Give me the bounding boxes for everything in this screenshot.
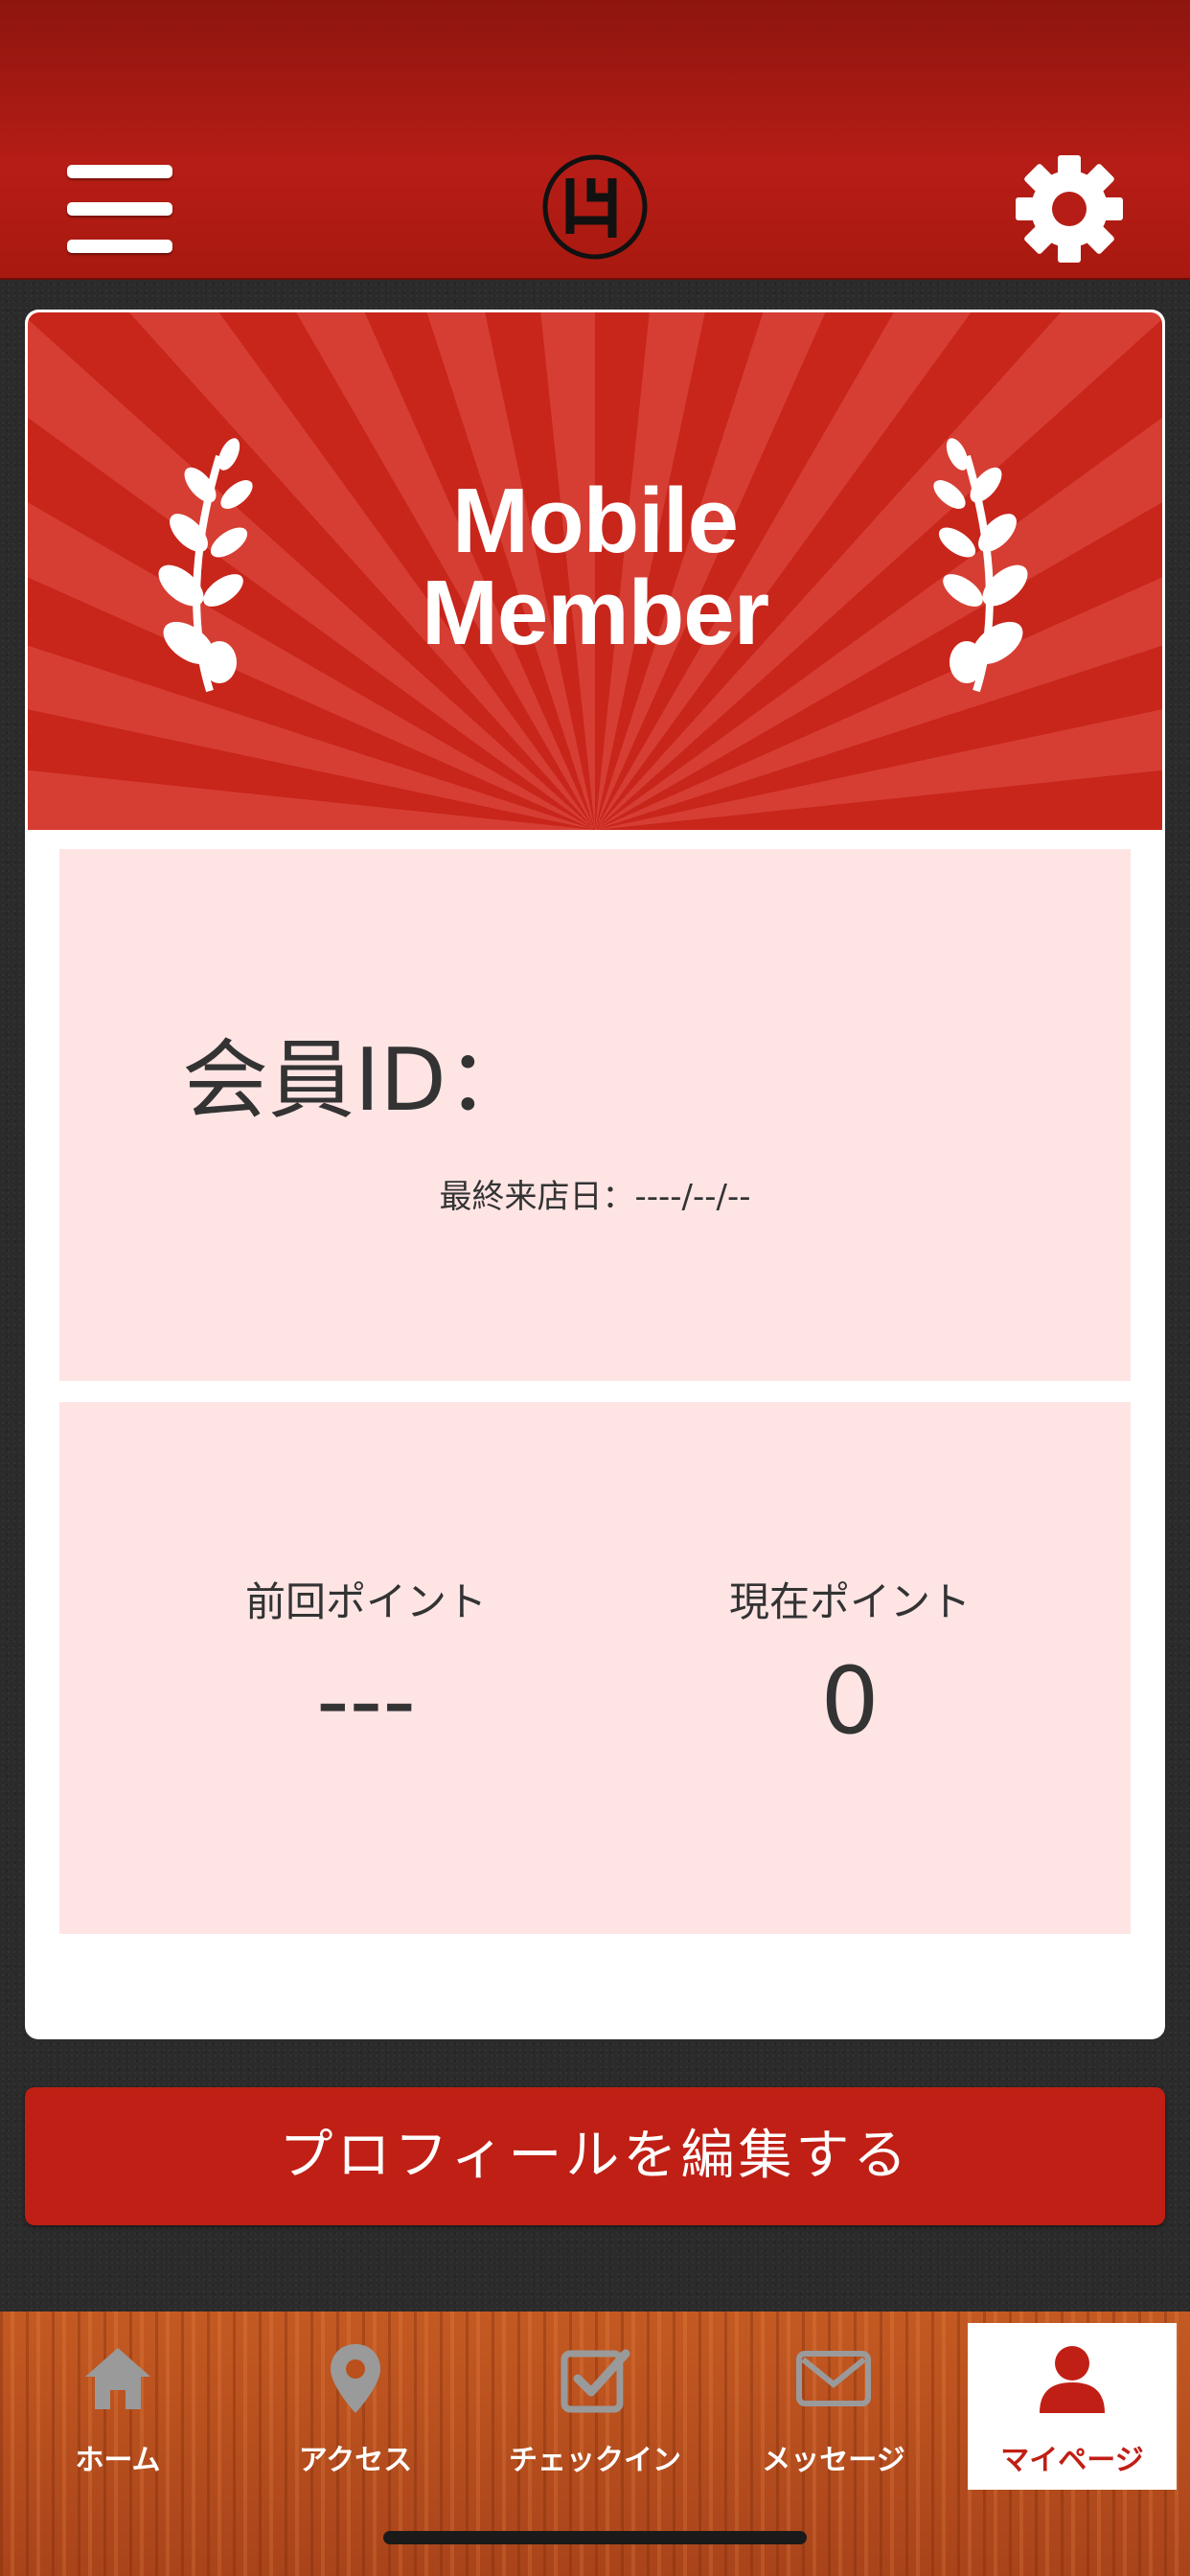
tab-mypage[interactable]: マイページ [968, 2323, 1177, 2490]
previous-points: 前回ポイント --- [126, 1570, 606, 1755]
previous-points-value: --- [316, 1647, 416, 1755]
member-banner: Mobile Member [28, 312, 1162, 830]
tab-message-label: メッセージ [762, 2444, 905, 2477]
points-panel: 前回ポイント --- 現在ポイント 0 [59, 1402, 1131, 1934]
member-card: Mobile Member 会員ID： 最終来店日：----/--/-- 前回ポ… [25, 310, 1165, 2039]
brand-logo [541, 153, 649, 261]
hamburger-menu-icon[interactable] [67, 165, 172, 253]
envelope-icon [796, 2351, 871, 2406]
home-icon [85, 2348, 150, 2409]
tab-checkin[interactable]: チェックイン [491, 2323, 699, 2480]
laurel-right-icon [933, 438, 1028, 693]
previous-points-label: 前回ポイント [244, 1578, 487, 1625]
app-header [0, 0, 1190, 280]
edit-profile-button[interactable]: プロフィールを編集する [25, 2087, 1165, 2225]
tab-mypage-label: マイページ [1000, 2444, 1144, 2477]
current-points: 現在ポイント 0 [610, 1570, 1089, 1755]
tab-home[interactable]: ホーム [13, 2323, 222, 2480]
tab-home-label: ホーム [75, 2444, 161, 2477]
tab-access[interactable]: アクセス [251, 2323, 460, 2480]
last-visit-date: 最終来店日：----/--/-- [439, 1178, 751, 1216]
member-id-row: 会員ID： [182, 1010, 533, 1135]
checkbox-icon [561, 2349, 630, 2413]
tab-message[interactable]: メッセージ [729, 2323, 938, 2480]
map-pin-icon [331, 2344, 380, 2413]
current-points-value: 0 [820, 1647, 880, 1755]
current-points-label: 現在ポイント [728, 1578, 971, 1625]
member-id-label: 会員ID： [182, 1030, 533, 1131]
tab-checkin-label: チェックイン [509, 2444, 681, 2477]
home-indicator[interactable] [383, 2531, 807, 2544]
gear-icon[interactable] [1014, 153, 1125, 264]
member-id-panel: 会員ID： 最終来店日：----/--/-- [59, 849, 1131, 1381]
tab-access-label: アクセス [298, 2444, 413, 2477]
user-icon [1040, 2346, 1105, 2413]
